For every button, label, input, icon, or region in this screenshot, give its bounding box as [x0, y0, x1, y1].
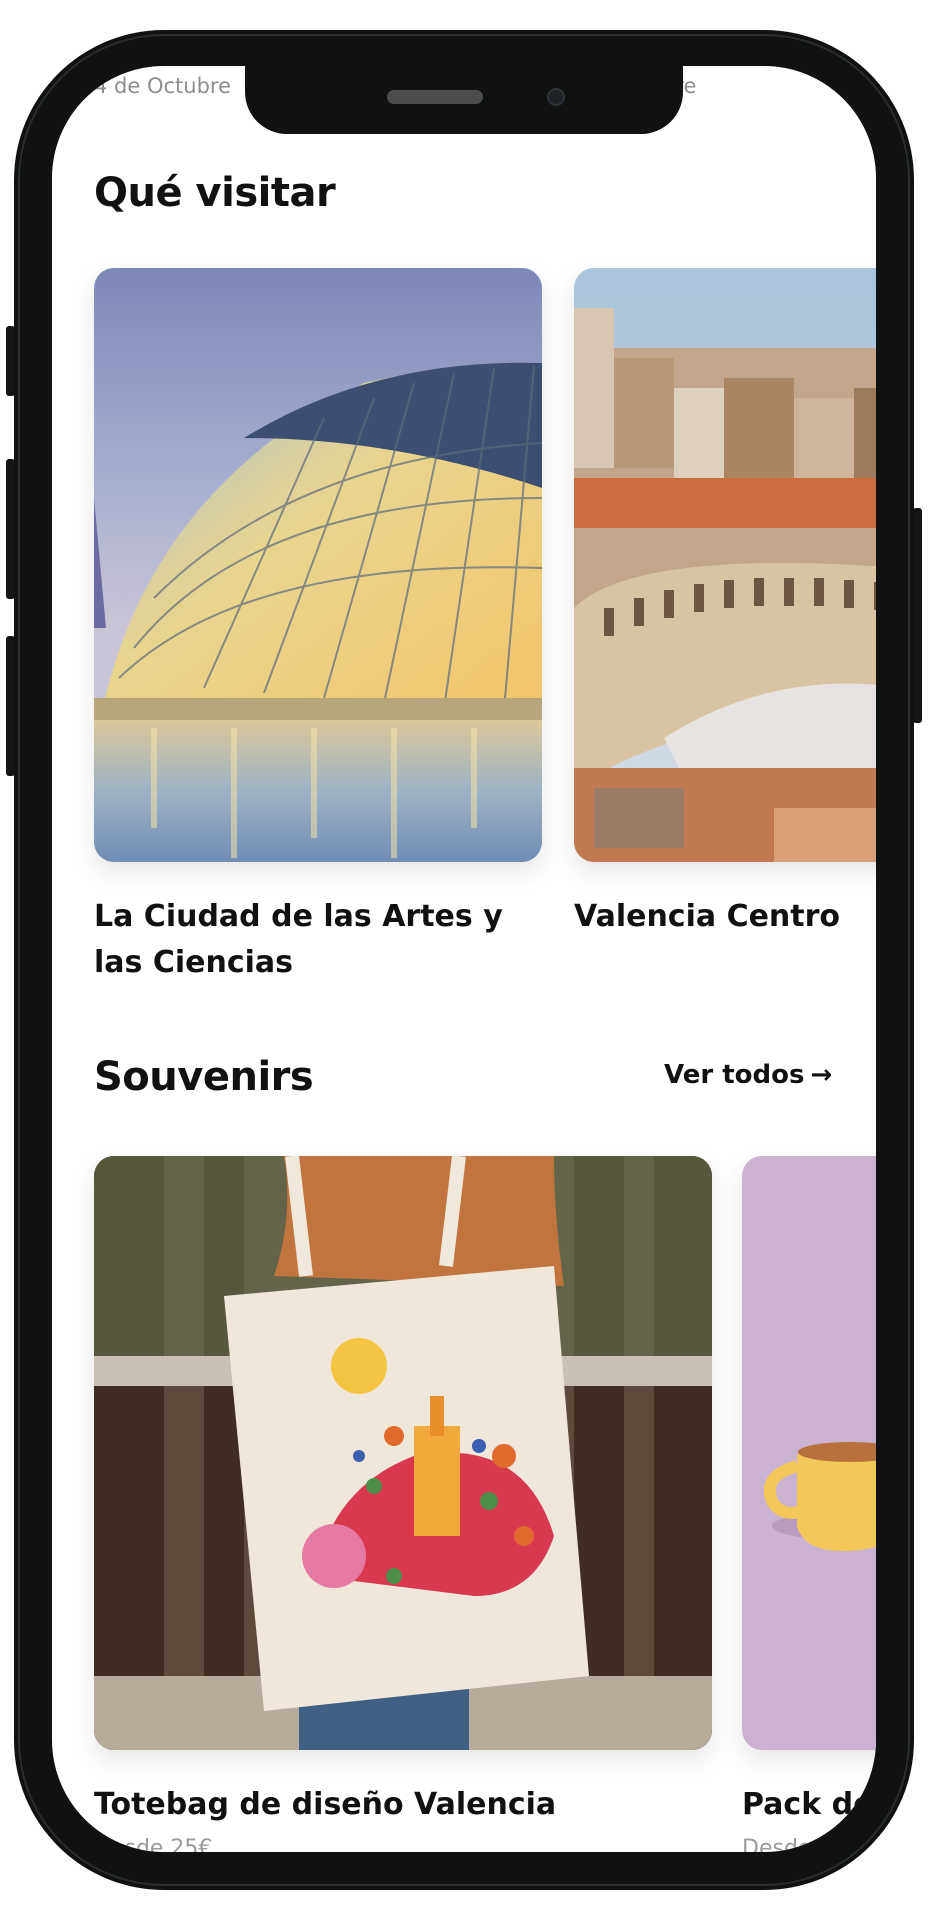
front-camera: [547, 88, 565, 106]
place-card-valencia-centro[interactable]: [574, 268, 876, 862]
see-all-link[interactable]: Ver todos →: [664, 1060, 832, 1090]
see-all-label: Ver todos: [664, 1060, 805, 1090]
place-title-artes-ciencias: La Ciudad de las Artes y las Ciencias: [94, 899, 503, 980]
date-label: 4 de Octubre: [94, 74, 232, 98]
power-button: [913, 508, 922, 723]
product-title-pack: Pack de: [742, 1787, 874, 1822]
section-title-souvenirs: Souvenirs: [94, 1054, 314, 1100]
speaker-grille: [387, 90, 483, 104]
section-title-visit: Qué visitar: [94, 170, 336, 216]
totebag-image: [94, 1156, 712, 1750]
camera-notch: [245, 66, 683, 134]
arrow-right-icon: →: [810, 1060, 833, 1090]
artes-ciencias-image: [94, 268, 542, 862]
pack-image: [742, 1156, 876, 1750]
product-title-totebag: Totebag de diseño Valencia: [94, 1787, 557, 1822]
product-card-pack[interactable]: [742, 1156, 876, 1750]
product-price-totebag: Desde 25€: [94, 1836, 213, 1852]
place-card-artes-ciencias[interactable]: [94, 268, 542, 862]
valencia-centro-image: [574, 268, 876, 862]
product-card-totebag[interactable]: [94, 1156, 712, 1750]
product-price-pack: Desde: [742, 1836, 812, 1852]
device-mockup: 4 de Octubre bre Qué visitar: [0, 0, 928, 1920]
app-screen: 4 de Octubre bre Qué visitar: [52, 66, 876, 1852]
place-title-valencia-centro: Valencia Centro: [574, 899, 841, 934]
